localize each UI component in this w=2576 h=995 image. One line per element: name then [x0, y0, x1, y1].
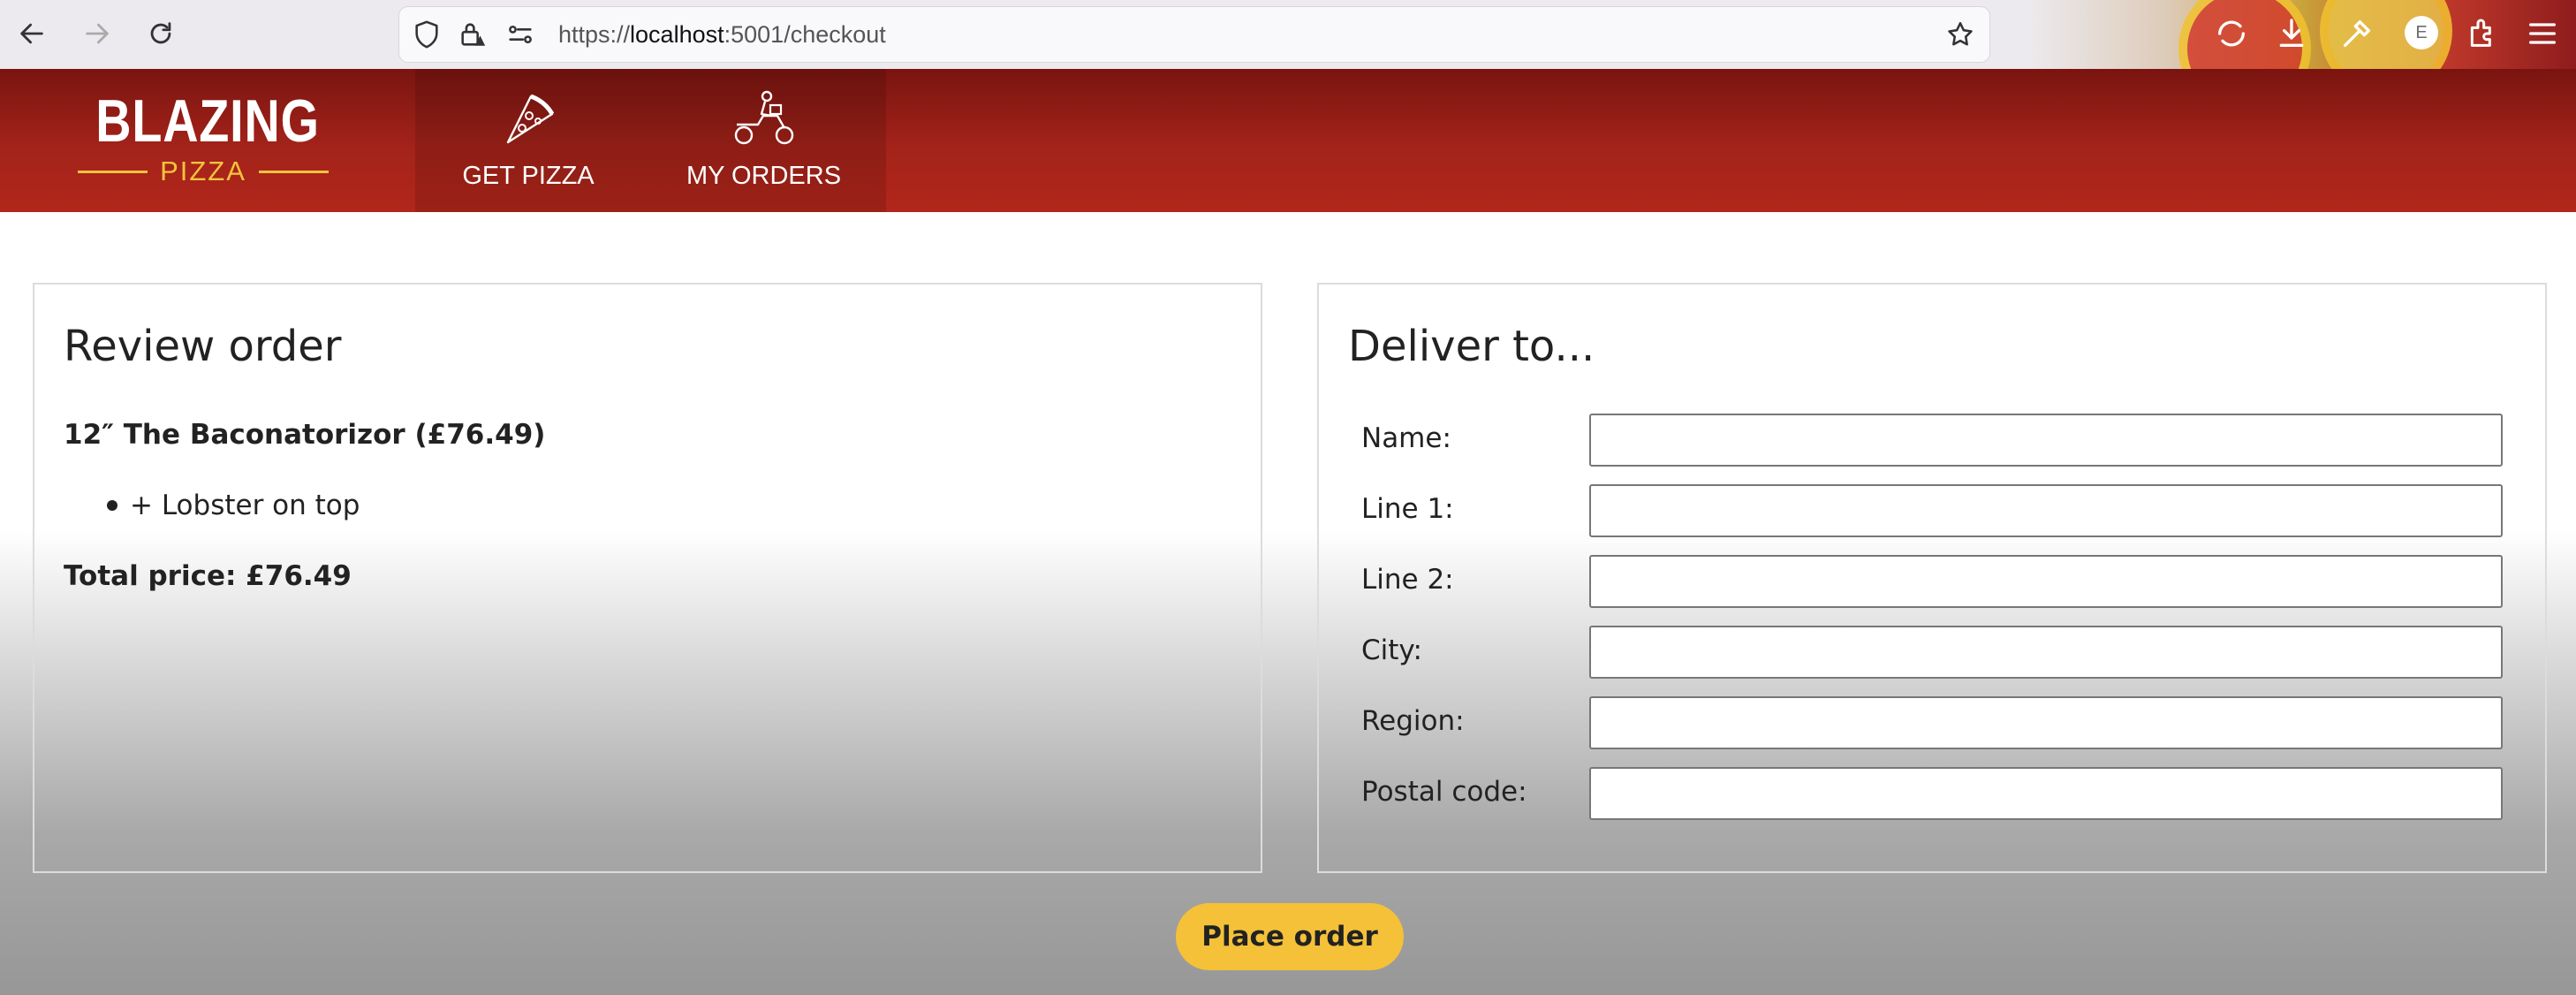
brand-subtitle: PIZZA — [160, 156, 246, 186]
url-prefix: https:// — [558, 21, 631, 48]
city-row: City: — [1361, 626, 2510, 680]
back-icon — [20, 23, 43, 44]
bullet — [107, 500, 117, 511]
postal-row: Postal code: — [1361, 767, 2510, 822]
nav-my-orders[interactable]: MY ORDERS — [641, 69, 886, 212]
line1-row: Line 1: — [1361, 484, 2510, 539]
brand-logo[interactable]: BLAZING PIZZA — [0, 69, 415, 212]
deliver-to-panel: Deliver to... Name: Line 1: Line 2: City… — [1317, 283, 2547, 873]
nav-get-pizza[interactable]: GET PIZZA — [415, 69, 641, 212]
line2-label: Line 2: — [1361, 564, 1454, 596]
delivery-scooter-icon — [734, 90, 793, 145]
nav-my-orders-label: MY ORDERS — [686, 162, 842, 190]
url-path: :5001/checkout — [724, 21, 886, 48]
brand-divider-right — [258, 170, 329, 173]
pizza-slice-icon — [506, 94, 555, 144]
region-field[interactable] — [1589, 696, 2503, 749]
line1-field[interactable] — [1589, 484, 2503, 537]
topping-list-item: + Lobster on top — [107, 490, 360, 521]
review-order-panel: Review order 12″ The Baconatorizor (£76.… — [33, 283, 1262, 873]
main-nav: GET PIZZA MY ORDERS — [415, 69, 886, 212]
order-pizza-item: 12″ The Baconatorizor (£76.49) — [64, 419, 546, 451]
region-row: Region: — [1361, 696, 2510, 751]
site-header: BLAZING PIZZA GET PIZZA MY ORDERS — [0, 69, 2576, 212]
permissions-icon[interactable] — [505, 19, 535, 49]
bookmark-star-icon[interactable] — [1945, 19, 1975, 49]
total-price: Total price: £76.49 — [64, 560, 352, 592]
brand-subtitle-row: PIZZA — [78, 154, 329, 189]
name-row: Name: — [1361, 414, 2510, 468]
shield-icon[interactable] — [412, 19, 442, 49]
postal-code-field[interactable] — [1589, 767, 2503, 820]
postal-label: Postal code: — [1361, 776, 1527, 808]
region-label: Region: — [1361, 705, 1465, 737]
brand-title: BLAZING — [95, 87, 320, 155]
profile-avatar[interactable]: E — [2405, 16, 2438, 49]
lock-warning-icon[interactable] — [458, 19, 488, 49]
tools-icon[interactable] — [2339, 16, 2375, 51]
address-bar[interactable]: https://localhost:5001/checkout — [399, 7, 1989, 62]
url-host: localhost — [630, 21, 724, 48]
nav-get-pizza-label: GET PIZZA — [462, 162, 595, 190]
reload-icon — [150, 22, 171, 44]
city-field[interactable] — [1589, 626, 2503, 679]
name-field[interactable] — [1589, 414, 2503, 467]
line2-row: Line 2: — [1361, 555, 2510, 610]
reload-button[interactable] — [140, 12, 182, 55]
place-order-button[interactable]: Place order — [1176, 903, 1404, 970]
browser-toolbar: https://localhost:5001/checkout E — [0, 0, 2576, 69]
forward-button[interactable] — [76, 12, 118, 55]
name-label: Name: — [1361, 422, 1451, 454]
extensions-icon[interactable] — [2465, 16, 2500, 51]
sync-icon[interactable] — [2214, 16, 2249, 51]
menu-icon[interactable] — [2525, 16, 2560, 51]
city-label: City: — [1361, 634, 1422, 666]
line1-label: Line 1: — [1361, 493, 1454, 525]
forward-icon — [86, 23, 109, 44]
brand-divider-left — [78, 170, 148, 173]
line2-field[interactable] — [1589, 555, 2503, 608]
deliver-heading: Deliver to... — [1348, 322, 1595, 371]
back-button[interactable] — [11, 12, 53, 55]
review-heading: Review order — [64, 322, 342, 371]
url-text: https://localhost:5001/checkout — [558, 7, 886, 62]
topping-label: + Lobster on top — [130, 490, 360, 521]
download-icon[interactable] — [2274, 16, 2309, 51]
